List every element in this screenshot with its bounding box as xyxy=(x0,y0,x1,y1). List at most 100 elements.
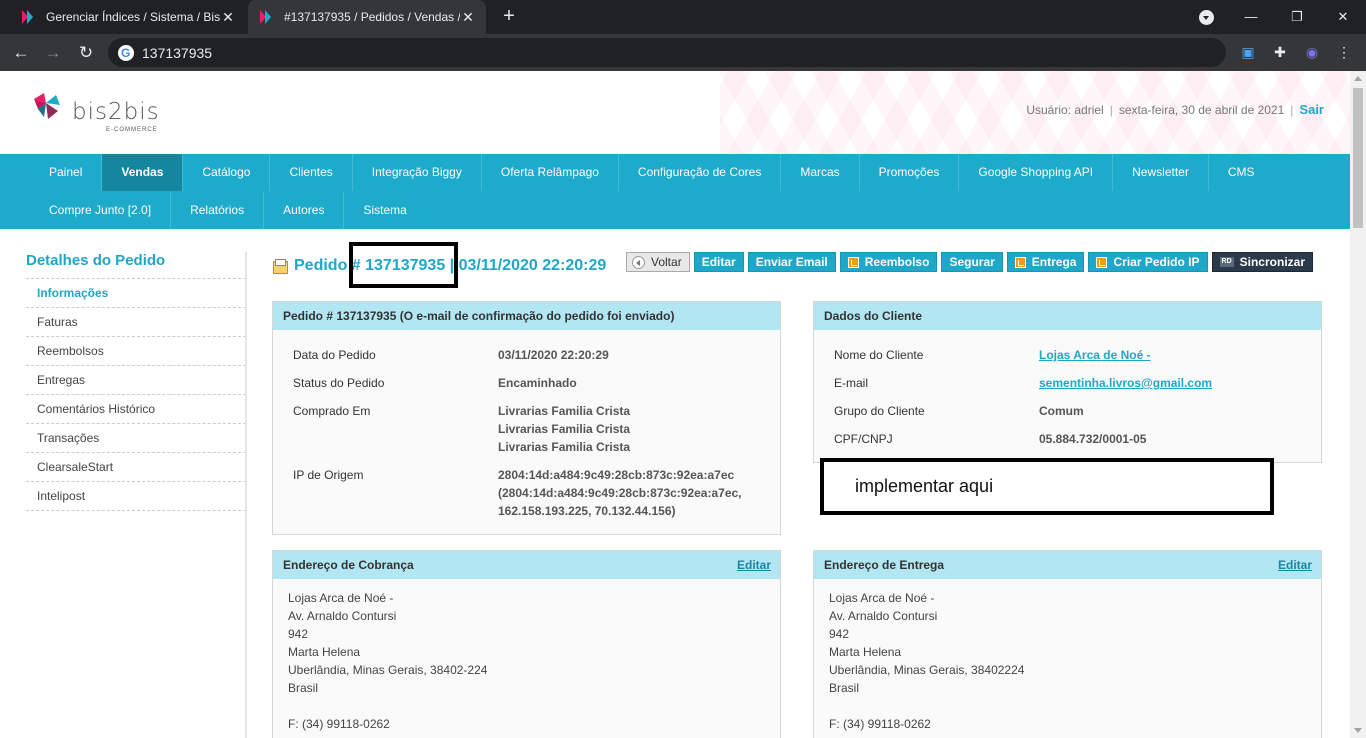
bought-in-line: Livrarias Familia Crista xyxy=(498,404,631,418)
send-email-label: Enviar Email xyxy=(755,255,828,269)
address-bar[interactable]: 137137935 xyxy=(108,38,1226,67)
shipping-edit-link[interactable]: Editar xyxy=(1278,551,1312,579)
rd-badge-icon: RD xyxy=(1219,257,1234,267)
scroll-thumb[interactable] xyxy=(1353,88,1363,228)
order-details-sidebar: Detalhes do Pedido Informações Faturas Ree… xyxy=(26,252,246,511)
hold-button[interactable]: Segurar xyxy=(941,252,1003,272)
tab-title: #137137935 / Pedidos / Vendas / xyxy=(284,10,460,24)
billing-address-box: Endereço de Cobrança Editar Lojas Arca de… xyxy=(272,550,781,738)
refund-button[interactable]: Reembolso xyxy=(839,252,938,272)
refund-label: Reembolso xyxy=(864,255,930,269)
client-name-label: Nome do Cliente xyxy=(834,348,924,362)
logo-mark-icon xyxy=(34,93,60,119)
nav-item-autores[interactable]: Autores xyxy=(264,192,345,229)
back-button[interactable]: Voltar xyxy=(626,252,690,272)
sidebar-item-clearsalestart[interactable]: ClearsaleStart xyxy=(26,453,246,482)
nav-item-cms[interactable]: CMS xyxy=(1209,154,1274,191)
kebab-menu-icon[interactable]: ⋮ xyxy=(1334,42,1354,62)
nav-item-configuracao-de-cores[interactable]: Configuração de Cores xyxy=(619,154,782,191)
close-tab-icon[interactable]: ✕ xyxy=(220,9,236,26)
order-date-label: Data do Pedido xyxy=(293,348,376,362)
billing-title: Endereço de Cobrança xyxy=(283,558,414,572)
nav-item-compre-junto-2-0[interactable]: Compre Junto [2.0] xyxy=(30,192,172,229)
client-name-link[interactable]: Lojas Arca de Noé - xyxy=(1039,348,1151,362)
tab-search-icon[interactable] xyxy=(1199,10,1214,25)
nav-item-sistema[interactable]: Sistema xyxy=(344,192,425,229)
close-tab-icon[interactable]: ✕ xyxy=(460,9,476,26)
address-line: Brasil xyxy=(829,681,860,695)
order-info-title: Pedido # 137137935 (O e-mail de confirma… xyxy=(283,309,675,323)
new-tab-icon[interactable]: + xyxy=(498,6,520,28)
nav-item-newsletter[interactable]: Newsletter xyxy=(1113,154,1209,191)
reload-icon[interactable]: ↻ xyxy=(73,40,99,66)
order-actions: Voltar Editar Enviar Email Reembolso Seg… xyxy=(626,252,1317,272)
browser-tab-pedido[interactable]: #137137935 / Pedidos / Vendas / ✕ xyxy=(248,0,486,34)
address-line: Uberlândia, Minas Gerais, 38402224 xyxy=(829,663,1025,677)
shipping-header: Endereço de Entrega Editar xyxy=(814,551,1321,579)
bis2bis-logo[interactable]: bis2bis E-COMMERCE xyxy=(32,91,162,136)
scroll-down-icon[interactable] xyxy=(1354,728,1362,733)
nav-item-clientes[interactable]: Clientes xyxy=(270,154,353,191)
sync-button[interactable]: RD Sincronizar xyxy=(1211,252,1313,272)
page-scrollbar[interactable] xyxy=(1350,71,1366,738)
browser-tab-indices[interactable]: Gerenciar Índices / Sistema / Bis2 ✕ xyxy=(10,0,246,34)
puzzle-extensions-icon[interactable]: ✚ xyxy=(1270,42,1290,62)
bis2bis-favicon-icon xyxy=(20,9,36,25)
billing-edit-link[interactable]: Editar xyxy=(737,551,771,579)
user-info: Usuário: adriel | sexta-feira, 30 de abril… xyxy=(1026,102,1324,117)
sidebar-item-intelipost[interactable]: Intelipost xyxy=(26,482,246,511)
order-number-highlight xyxy=(349,242,458,288)
address-line xyxy=(829,697,1024,715)
nav-item-catalogo[interactable]: Catálogo xyxy=(183,154,271,191)
client-group-value: Comum xyxy=(1039,404,1084,418)
nav-row-2: Compre Junto [2.0] Relatórios Autores Siste… xyxy=(30,192,426,229)
nav-item-vendas[interactable]: Vendas xyxy=(102,154,184,191)
sidebar-title: Detalhes do Pedido xyxy=(26,252,246,279)
logo-subtitle: E-COMMERCE xyxy=(106,127,158,133)
nav-item-marcas[interactable]: Marcas xyxy=(781,154,860,191)
sidebar-item-entregas[interactable]: Entregas xyxy=(26,366,246,395)
address-line: Marta Helena xyxy=(829,645,902,659)
restore-icon[interactable]: ❐ xyxy=(1274,0,1320,34)
sidebar-items: Informações Faturas Reembolsos Entregas Come… xyxy=(26,279,246,511)
address-line: Lojas Arca de Noé - xyxy=(288,591,394,605)
edit-button[interactable]: Editar xyxy=(693,252,744,272)
create-ip-label: Criar Pedido IP xyxy=(1113,255,1200,269)
origin-ip-line: (2804:14d:a484:9c49:28cb:873c:92ea:a7ec, xyxy=(498,486,742,500)
send-email-button[interactable]: Enviar Email xyxy=(747,252,836,272)
ship-button[interactable]: Entrega xyxy=(1006,252,1085,272)
nav-item-integracao-biggy[interactable]: Integração Biggy xyxy=(353,154,482,191)
nav-item-relatorios[interactable]: Relatórios xyxy=(171,192,265,229)
nav-item-promocoes[interactable]: Promoções xyxy=(860,154,960,191)
origin-ip-line: 162.158.193.225, 70.132.44.156) xyxy=(498,504,676,518)
sidebar-item-transacoes[interactable]: Transações xyxy=(26,424,246,453)
camera-extension-icon[interactable]: ▣ xyxy=(1238,42,1258,62)
back-arrow-icon[interactable]: ← xyxy=(8,40,34,66)
logout-link[interactable]: Sair xyxy=(1299,102,1324,117)
forward-arrow-icon[interactable]: → xyxy=(40,40,66,66)
sidebar-item-reembolsos[interactable]: Reembolsos xyxy=(26,337,246,366)
client-email-link[interactable]: sementinha.livros@gmail.com xyxy=(1039,376,1212,390)
sync-label: Sincronizar xyxy=(1239,255,1305,269)
create-ip-order-button[interactable]: Criar Pedido IP xyxy=(1088,252,1208,272)
nav-item-painel[interactable]: Painel xyxy=(30,154,103,191)
address-line: Av. Arnaldo Contursi xyxy=(288,609,397,623)
close-window-icon[interactable]: ✕ xyxy=(1320,0,1366,34)
address-line: Lojas Arca de Noé - xyxy=(829,591,935,605)
profile-extension-icon[interactable]: ◉ xyxy=(1302,42,1322,62)
address-line: Av. Arnaldo Contursi xyxy=(829,609,938,623)
create-ip-icon xyxy=(1096,256,1108,268)
current-date: sexta-feira, 30 de abril de 2021 xyxy=(1118,103,1285,117)
sidebar-item-informacoes[interactable]: Informações xyxy=(26,279,246,308)
nav-item-oferta-relampago[interactable]: Oferta Relâmpago xyxy=(482,154,619,191)
client-doc-value: 05.884.732/0001-05 xyxy=(1039,432,1147,446)
annotation-box: implementar aqui xyxy=(820,458,1274,515)
main-navigation: Painel Vendas Catálogo Clientes Integração B… xyxy=(0,154,1350,229)
sidebar-item-comentarios-historico[interactable]: Comentários Histórico xyxy=(26,395,246,424)
sidebar-item-faturas[interactable]: Faturas xyxy=(26,308,246,337)
nav-item-google-shopping-api[interactable]: Google Shopping API xyxy=(959,154,1114,191)
client-email-label: E-mail xyxy=(834,376,869,390)
minimize-icon[interactable]: — xyxy=(1228,0,1274,34)
scroll-up-icon[interactable] xyxy=(1354,76,1362,81)
logo-name: bis2bis xyxy=(72,99,160,125)
